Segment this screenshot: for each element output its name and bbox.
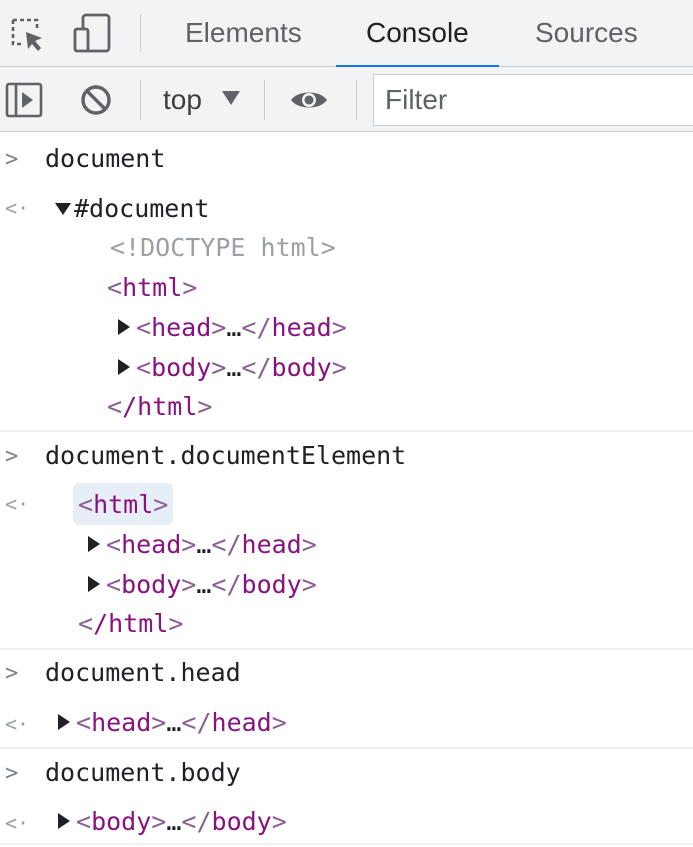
tag-name: body bbox=[91, 807, 152, 836]
prompt-chevron-icon: > bbox=[5, 661, 19, 686]
entry-divider bbox=[0, 747, 693, 749]
prompt-chevron-icon: > bbox=[5, 761, 19, 786]
collapsed-ellipsis: … bbox=[226, 313, 242, 342]
expand-triangle-icon[interactable] bbox=[118, 359, 130, 375]
tag-name: html bbox=[93, 490, 154, 519]
toolbar-separator bbox=[140, 80, 141, 120]
devtools-tab-bar: Elements Console Sources bbox=[0, 0, 693, 68]
tag-name: body bbox=[151, 353, 212, 382]
filter-box bbox=[373, 74, 693, 126]
tab-console[interactable]: Console bbox=[336, 0, 499, 68]
console-output: > document <· #document <!DOCTYPE html> … bbox=[0, 132, 693, 847]
document-node-label: #document bbox=[74, 194, 210, 223]
collapsed-ellipsis: … bbox=[166, 708, 182, 737]
console-input: document.body bbox=[45, 758, 241, 787]
toolbar-separator bbox=[264, 80, 265, 120]
tag-name: head bbox=[241, 530, 302, 559]
tree-node-head[interactable]: <head>…</head> bbox=[118, 308, 347, 348]
result-arrow-icon: <· bbox=[5, 712, 30, 736]
tree-node-html-open[interactable]: <html> bbox=[73, 483, 174, 525]
collapsed-ellipsis: … bbox=[226, 353, 242, 382]
tree-node-body[interactable]: <body>…</body> bbox=[58, 802, 287, 842]
tag-name: /html bbox=[122, 392, 198, 421]
doctype-node[interactable]: <!DOCTYPE html> bbox=[110, 228, 336, 268]
tree-node-head[interactable]: <head>…</head> bbox=[88, 525, 317, 565]
collapsed-ellipsis: … bbox=[166, 807, 182, 836]
entry-divider bbox=[0, 430, 693, 432]
filter-input[interactable] bbox=[374, 75, 693, 125]
toolbar-separator bbox=[356, 80, 357, 120]
tabbar-separator bbox=[140, 14, 141, 52]
sidebar-toggle-icon[interactable] bbox=[5, 81, 43, 119]
console-input: document.head bbox=[45, 658, 241, 687]
inspect-element-icon[interactable] bbox=[10, 17, 46, 53]
collapsed-ellipsis: … bbox=[196, 570, 212, 599]
console-input: document bbox=[45, 144, 166, 173]
tag-name: body bbox=[271, 353, 332, 382]
tag-name: /html bbox=[93, 609, 169, 638]
prompt-chevron-icon: > bbox=[5, 444, 19, 469]
tag-name: head bbox=[211, 708, 272, 737]
expand-triangle-icon[interactable] bbox=[58, 813, 70, 829]
tag-name: head bbox=[151, 313, 212, 342]
expand-triangle-icon[interactable] bbox=[88, 576, 100, 592]
tag-name: html bbox=[122, 273, 183, 302]
result-arrow-icon: <· bbox=[5, 811, 30, 835]
tree-node-document[interactable]: #document bbox=[55, 189, 209, 229]
tag-name: body bbox=[211, 807, 272, 836]
tree-node-html-open[interactable]: <html> bbox=[107, 268, 197, 308]
prompt-chevron-icon: > bbox=[5, 147, 19, 172]
result-arrow-icon: <· bbox=[5, 492, 30, 516]
console-toolbar: top bbox=[0, 67, 693, 132]
tag-name: body bbox=[241, 570, 302, 599]
collapsed-ellipsis: … bbox=[196, 530, 212, 559]
tag-name: body bbox=[121, 570, 182, 599]
expand-triangle-icon[interactable] bbox=[118, 319, 130, 335]
clear-console-icon[interactable] bbox=[80, 84, 112, 116]
tag-name: head bbox=[121, 530, 182, 559]
tab-elements[interactable]: Elements bbox=[185, 0, 302, 67]
tree-node-body[interactable]: <body>…</body> bbox=[88, 565, 317, 605]
expand-triangle-icon[interactable] bbox=[88, 536, 100, 552]
context-selector[interactable]: top bbox=[163, 67, 202, 132]
entry-divider bbox=[0, 843, 693, 845]
console-input: document.documentElement bbox=[45, 441, 407, 470]
tree-node-head[interactable]: <head>…</head> bbox=[58, 703, 287, 743]
tree-node-body[interactable]: <body>…</body> bbox=[118, 348, 347, 388]
chevron-down-icon[interactable] bbox=[222, 91, 240, 105]
tab-sources[interactable]: Sources bbox=[535, 0, 638, 67]
device-toolbar-icon[interactable] bbox=[73, 13, 113, 53]
tree-node-html-close[interactable]: </html> bbox=[107, 387, 212, 427]
tag-name: head bbox=[91, 708, 152, 737]
tree-node-html-close[interactable]: </html> bbox=[78, 604, 183, 644]
expand-triangle-icon[interactable] bbox=[55, 202, 71, 215]
expand-triangle-icon[interactable] bbox=[58, 714, 70, 730]
entry-divider bbox=[0, 648, 693, 650]
eye-icon[interactable] bbox=[289, 88, 329, 112]
result-arrow-icon: <· bbox=[5, 196, 30, 220]
tag-name: head bbox=[271, 313, 332, 342]
